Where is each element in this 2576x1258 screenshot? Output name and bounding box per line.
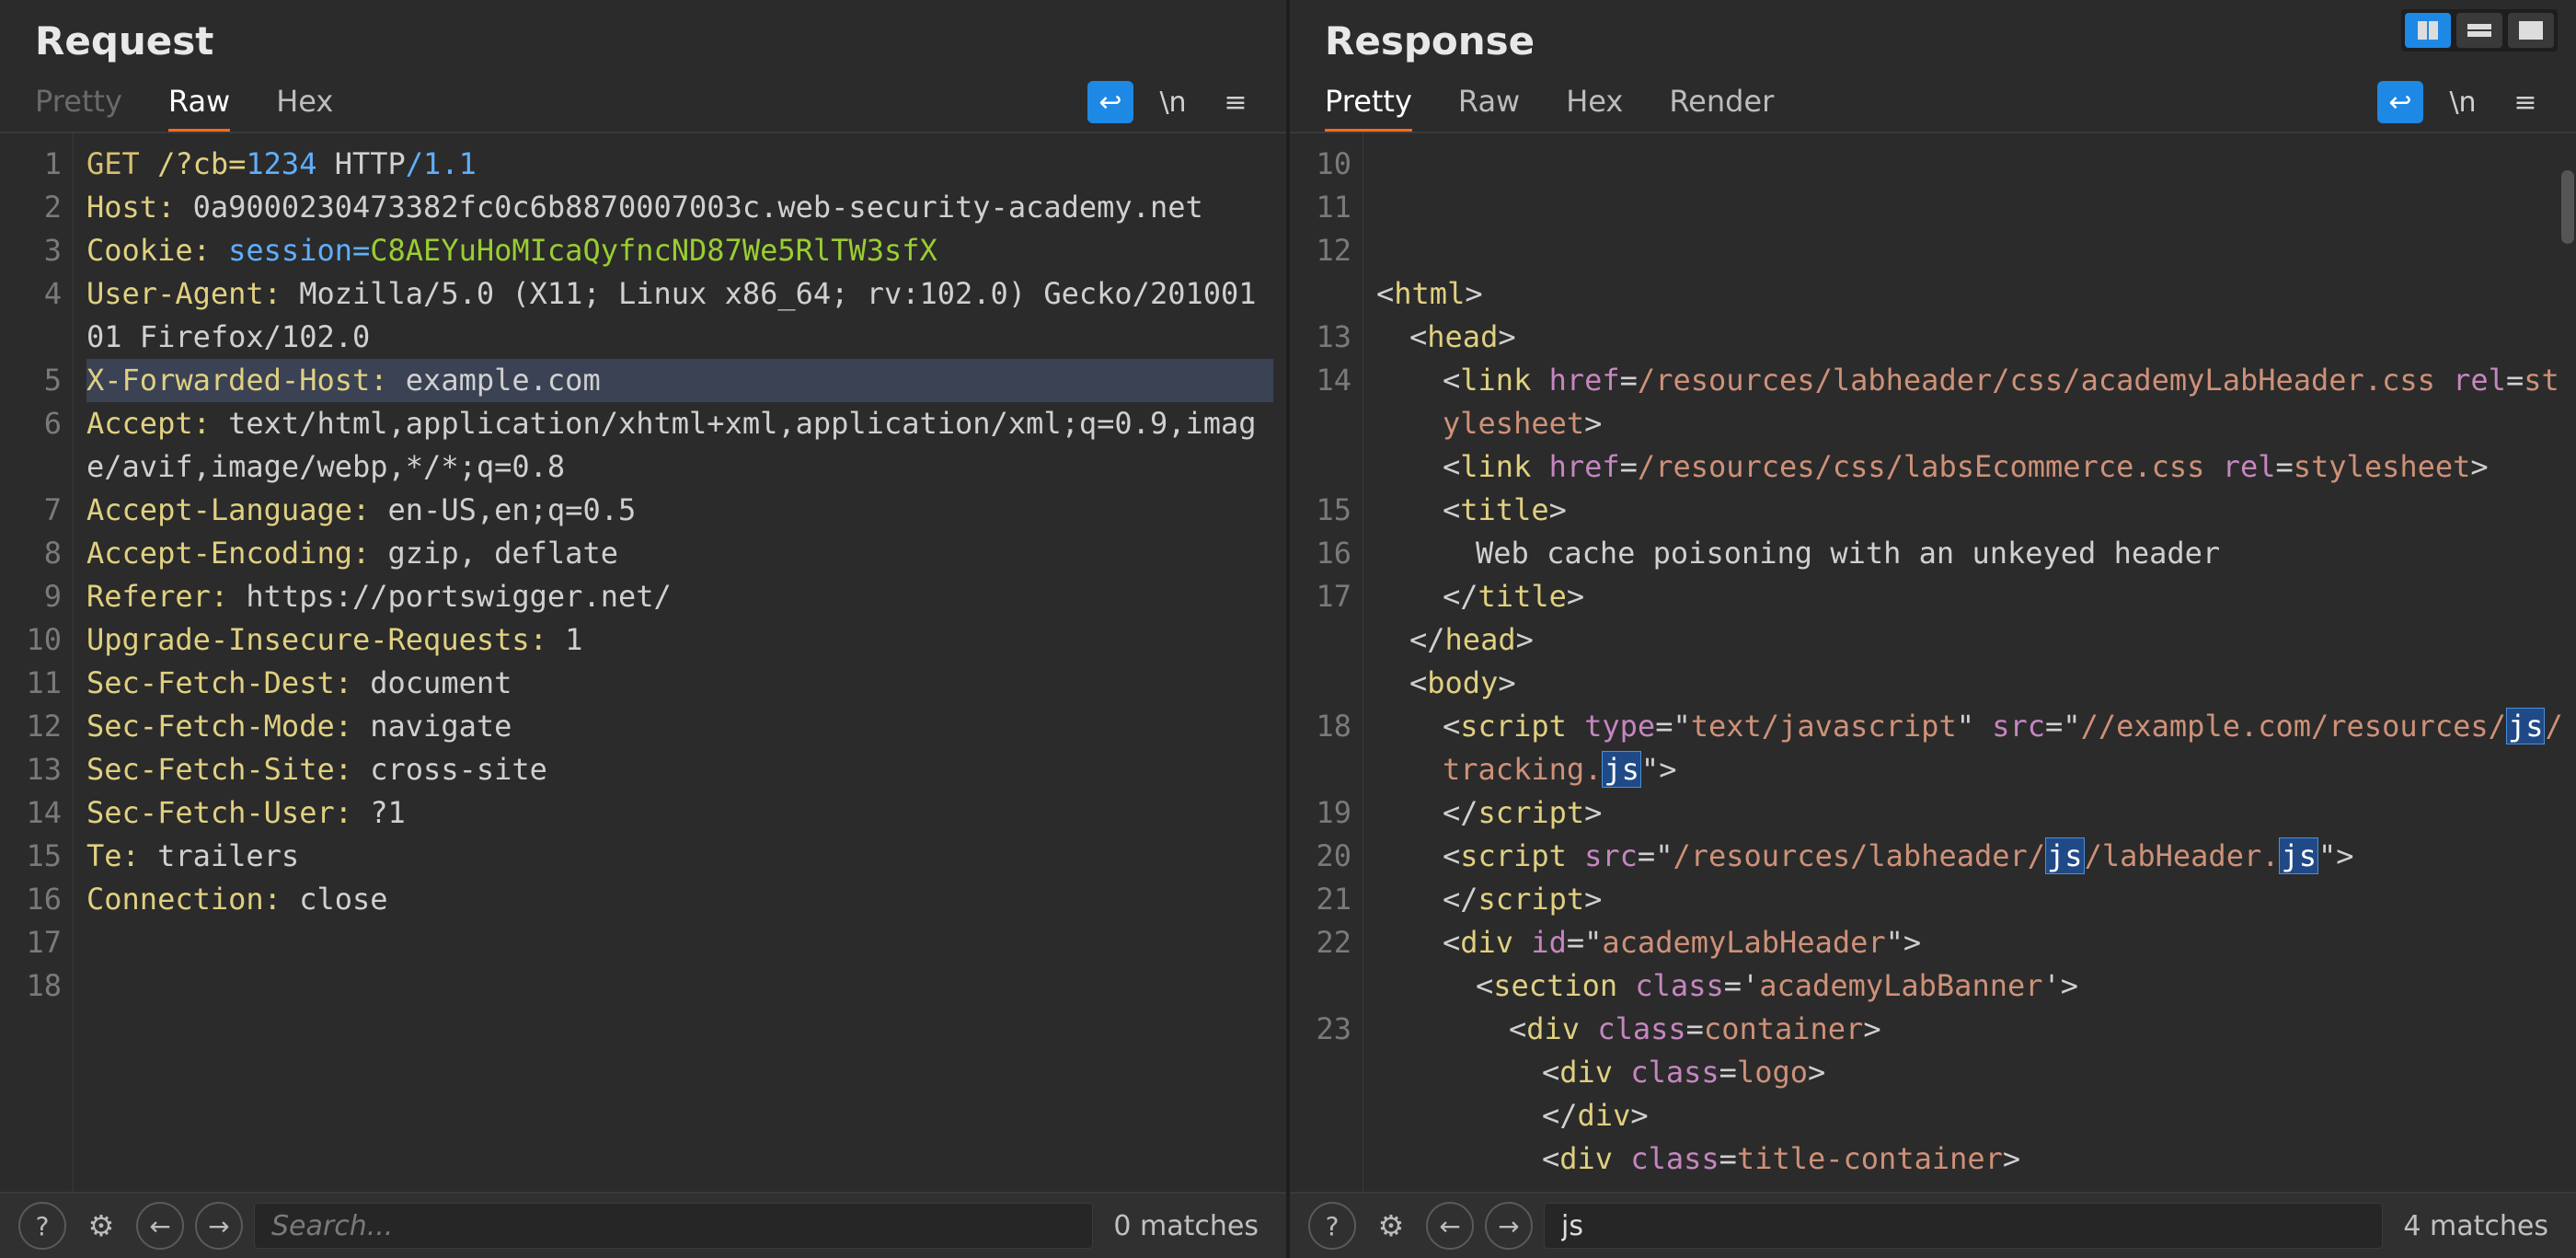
scrollbar-thumb[interactable] bbox=[2561, 170, 2574, 244]
tab-response-render[interactable]: Render bbox=[1669, 73, 1774, 132]
response-match-count: 4 matches bbox=[2394, 1210, 2558, 1242]
gear-icon[interactable]: ⚙ bbox=[1367, 1202, 1415, 1250]
tab-response-pretty[interactable]: Pretty bbox=[1325, 73, 1412, 132]
request-tab-tools: ↩ \n ≡ bbox=[1087, 81, 1259, 123]
tab-request-pretty[interactable]: Pretty bbox=[35, 73, 122, 132]
wrap-icon[interactable]: ↩ bbox=[2377, 81, 2423, 123]
layout-single-button[interactable] bbox=[2508, 13, 2554, 48]
request-pane: Request Pretty Raw Hex ↩ \n ≡ 1234567891… bbox=[0, 0, 1290, 1258]
search-prev-icon[interactable]: ← bbox=[1426, 1202, 1474, 1250]
tab-request-hex[interactable]: Hex bbox=[276, 73, 333, 132]
request-tabs: Pretty Raw Hex bbox=[35, 73, 1087, 132]
layout-buttons bbox=[2401, 9, 2558, 52]
response-code[interactable]: <html><head><link href=/resources/labhea… bbox=[1363, 133, 2576, 1192]
response-footer: ? ⚙ ← → 4 matches bbox=[1290, 1192, 2576, 1258]
help-icon[interactable]: ? bbox=[18, 1202, 66, 1250]
search-next-icon[interactable]: → bbox=[1485, 1202, 1533, 1250]
response-tabs: Pretty Raw Hex Render bbox=[1325, 73, 2377, 132]
wrap-icon[interactable]: ↩ bbox=[1087, 81, 1133, 123]
request-code[interactable]: GET /?cb=1234 HTTP/1.1Host: 0a9000230473… bbox=[74, 133, 1286, 1192]
response-gutter: 1011121314151617181920212223 bbox=[1290, 133, 1363, 1192]
response-tab-tools: ↩ \n ≡ bbox=[2377, 81, 2548, 123]
search-next-icon[interactable]: → bbox=[195, 1202, 243, 1250]
request-match-count: 0 matches bbox=[1104, 1210, 1268, 1242]
menu-icon[interactable]: ≡ bbox=[1213, 81, 1259, 123]
newline-icon[interactable]: \n bbox=[2440, 81, 2486, 123]
request-tabbar: Pretty Raw Hex ↩ \n ≡ bbox=[0, 73, 1286, 132]
response-pane: Response Pretty Raw Hex Render ↩ \n ≡ 10… bbox=[1290, 0, 2576, 1258]
help-icon[interactable]: ? bbox=[1308, 1202, 1356, 1250]
app-root: Request Pretty Raw Hex ↩ \n ≡ 1234567891… bbox=[0, 0, 2576, 1258]
response-title: Response bbox=[1290, 0, 2576, 73]
search-prev-icon[interactable]: ← bbox=[136, 1202, 184, 1250]
tab-response-raw[interactable]: Raw bbox=[1458, 73, 1520, 132]
tab-request-raw[interactable]: Raw bbox=[168, 73, 230, 132]
layout-stack-button[interactable] bbox=[2456, 13, 2502, 48]
gear-icon[interactable]: ⚙ bbox=[77, 1202, 125, 1250]
layout-split-button[interactable] bbox=[2405, 13, 2451, 48]
request-editor[interactable]: 123456789101112131415161718 GET /?cb=123… bbox=[0, 132, 1286, 1192]
request-title: Request bbox=[0, 0, 1286, 73]
menu-icon[interactable]: ≡ bbox=[2502, 81, 2548, 123]
response-editor[interactable]: 1011121314151617181920212223 <html><head… bbox=[1290, 132, 2576, 1192]
request-footer: ? ⚙ ← → 0 matches bbox=[0, 1192, 1286, 1258]
response-search-input[interactable] bbox=[1544, 1203, 2383, 1249]
request-search-input[interactable] bbox=[254, 1203, 1093, 1249]
response-tabbar: Pretty Raw Hex Render ↩ \n ≡ bbox=[1290, 73, 2576, 132]
tab-response-hex[interactable]: Hex bbox=[1566, 73, 1623, 132]
newline-icon[interactable]: \n bbox=[1150, 81, 1196, 123]
request-gutter: 123456789101112131415161718 bbox=[0, 133, 74, 1192]
